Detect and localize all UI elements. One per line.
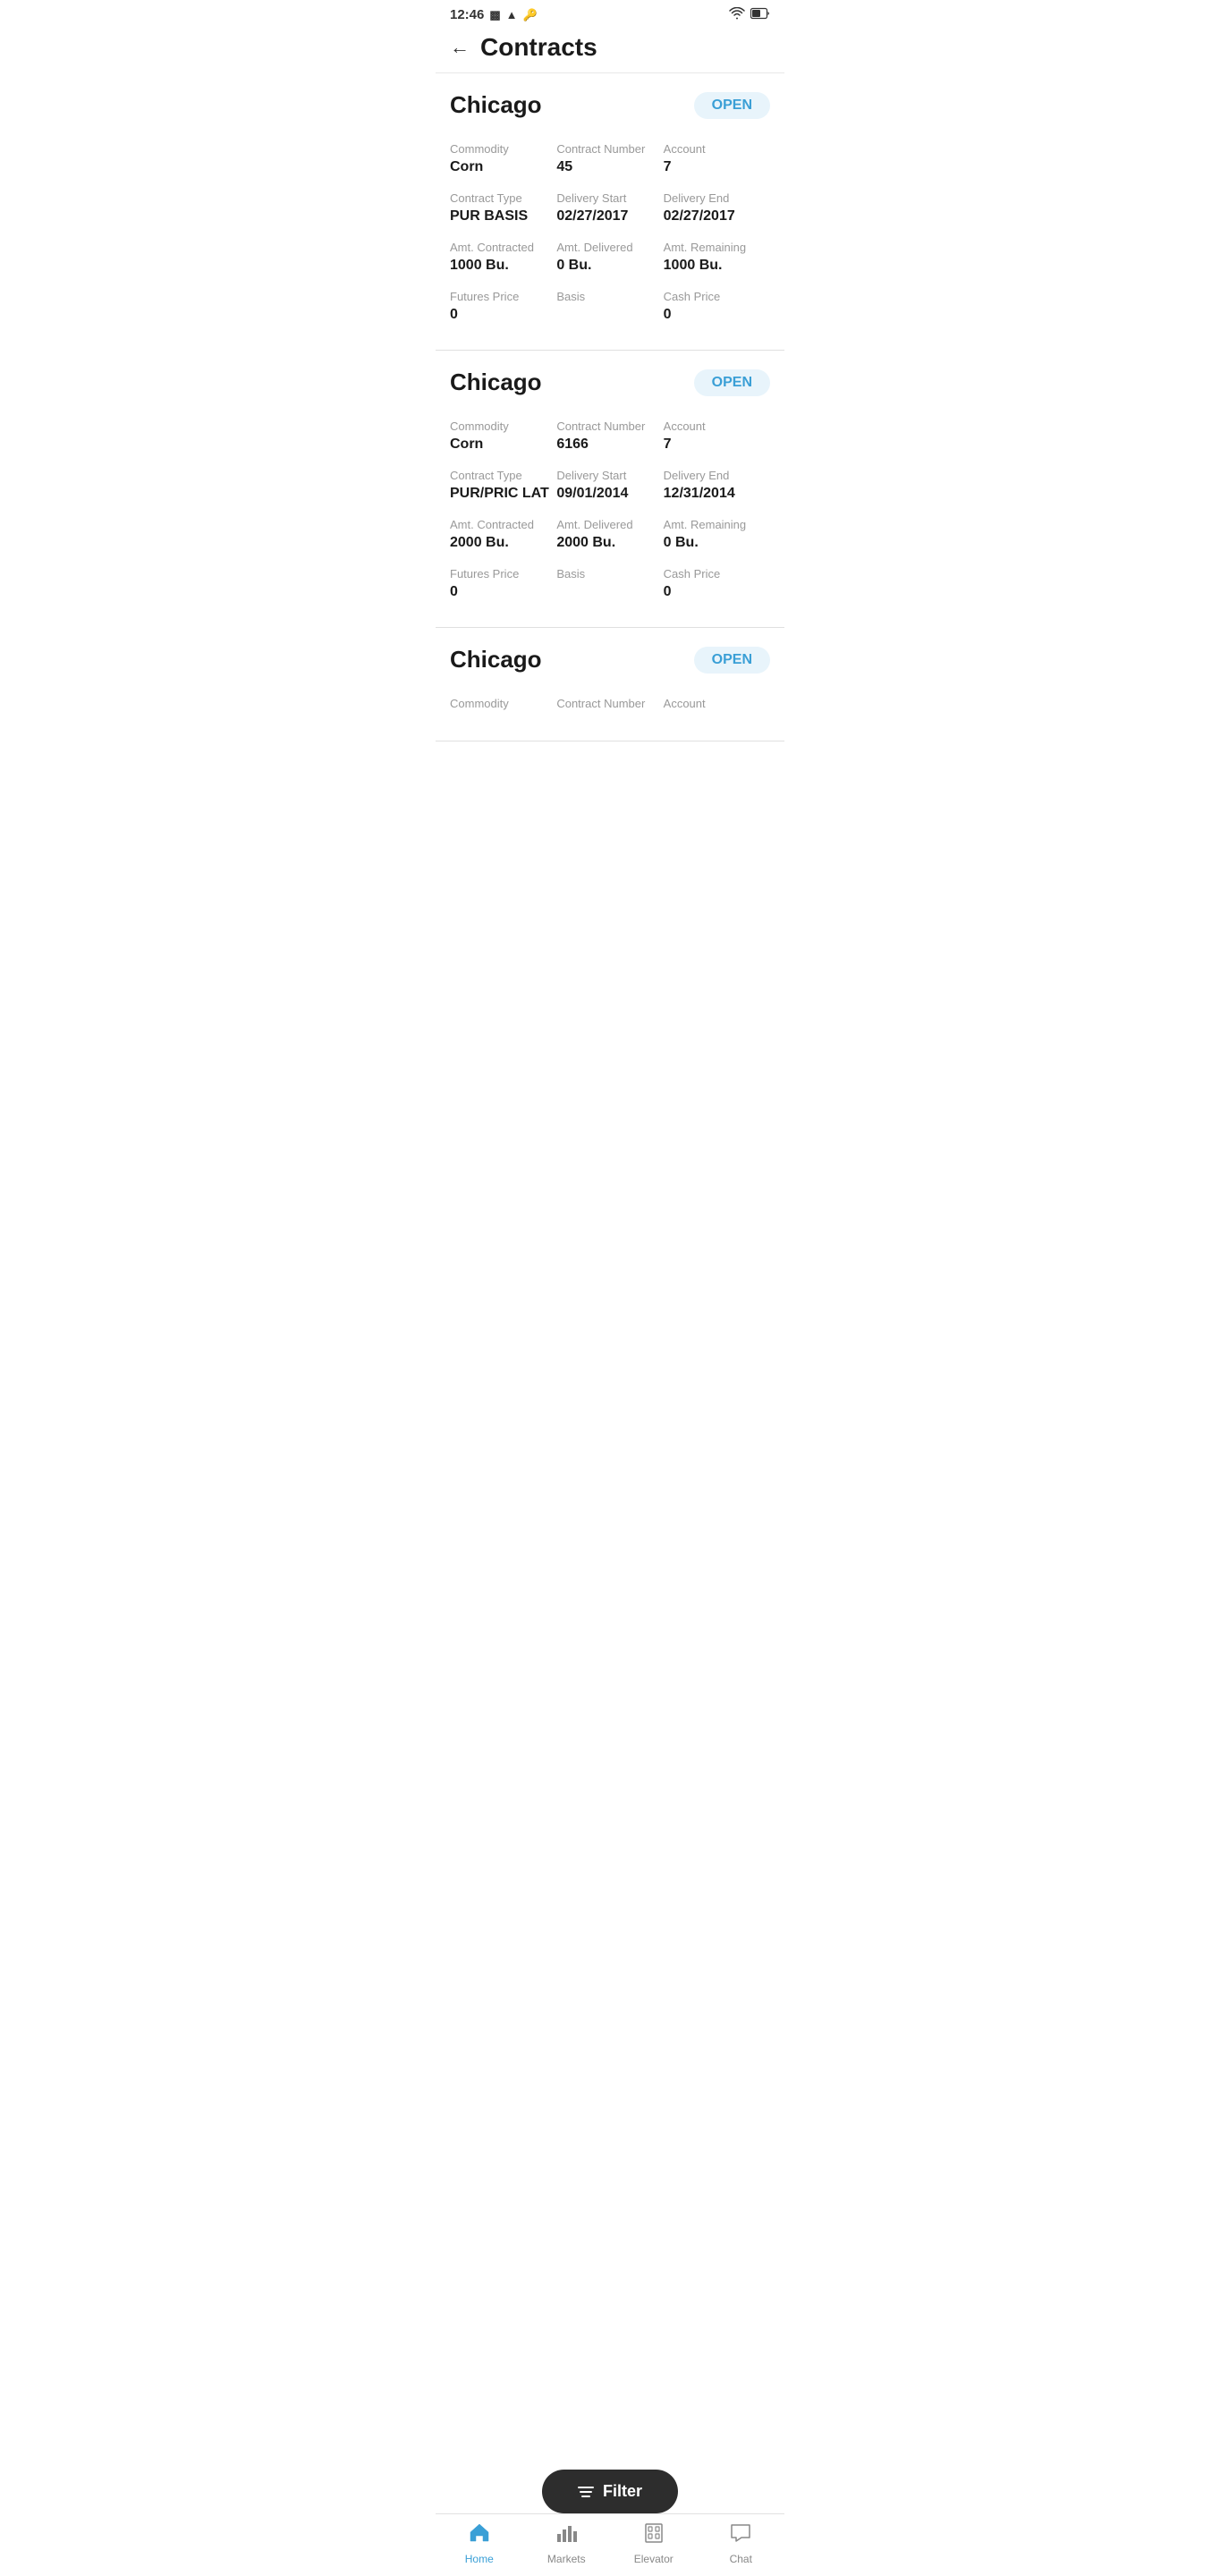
field-contract-type-1: Contract Type PUR BASIS	[450, 184, 556, 233]
field-contract-number-1: Contract Number 45	[556, 135, 663, 184]
field-futures-price-1: Futures Price 0	[450, 283, 556, 332]
contract-card-1: Chicago OPEN Commodity Corn Contract Num…	[436, 73, 784, 351]
filter-button-container: Filter	[542, 2470, 678, 2513]
nav-label-home: Home	[465, 2553, 494, 2565]
field-amt-remaining-1: Amt. Remaining 1000 Bu.	[664, 233, 770, 283]
battery-icon	[750, 7, 770, 22]
field-contract-number-2: Contract Number 6166	[556, 412, 663, 462]
chat-icon	[729, 2521, 752, 2550]
key-icon: 🔑	[523, 8, 538, 22]
nav-icon: ▲	[506, 8, 518, 21]
field-cash-price-2: Cash Price 0	[664, 560, 770, 609]
field-account-1: Account 7	[664, 135, 770, 184]
field-amt-contracted-1: Amt. Contracted 1000 Bu.	[450, 233, 556, 283]
bottom-nav: Home Markets Elevator	[436, 2513, 784, 2576]
nav-item-home[interactable]: Home	[453, 2521, 506, 2565]
contract-card-2: Chicago OPEN Commodity Corn Contract Num…	[436, 351, 784, 628]
field-basis-2: Basis	[556, 560, 663, 609]
status-time: 12:46	[450, 7, 484, 22]
location-name-2: Chicago	[450, 369, 542, 396]
field-delivery-end-2: Delivery End 12/31/2014	[664, 462, 770, 511]
fields-grid-2: Commodity Corn Contract Number 6166 Acco…	[450, 412, 770, 609]
fields-grid-3: Commodity Contract Number Account	[450, 690, 770, 723]
field-amt-remaining-2: Amt. Remaining 0 Bu.	[664, 511, 770, 560]
nav-item-chat[interactable]: Chat	[714, 2521, 767, 2565]
field-delivery-start-1: Delivery Start 02/27/2017	[556, 184, 663, 233]
field-commodity-1: Commodity Corn	[450, 135, 556, 184]
page-title: Contracts	[480, 33, 597, 62]
location-name-1: Chicago	[450, 91, 542, 119]
contracts-list: Chicago OPEN Commodity Corn Contract Num…	[436, 73, 784, 813]
field-delivery-start-2: Delivery Start 09/01/2014	[556, 462, 663, 511]
back-button[interactable]: ←	[450, 36, 470, 59]
card-header-1: Chicago OPEN	[450, 91, 770, 119]
field-amt-delivered-1: Amt. Delivered 0 Bu.	[556, 233, 663, 283]
filter-button[interactable]: Filter	[542, 2470, 678, 2513]
field-amt-contracted-2: Amt. Contracted 2000 Bu.	[450, 511, 556, 560]
nav-item-markets[interactable]: Markets	[539, 2521, 593, 2565]
field-commodity-3: Commodity	[450, 690, 556, 723]
field-cash-price-1: Cash Price 0	[664, 283, 770, 332]
nav-item-elevator[interactable]: Elevator	[627, 2521, 681, 2565]
filter-label: Filter	[603, 2482, 642, 2501]
field-account-3: Account	[664, 690, 770, 723]
field-commodity-2: Commodity Corn	[450, 412, 556, 462]
filter-icon	[578, 2487, 594, 2497]
location-name-3: Chicago	[450, 646, 542, 674]
field-account-2: Account 7	[664, 412, 770, 462]
fields-grid-1: Commodity Corn Contract Number 45 Accoun…	[450, 135, 770, 332]
contract-card-3: Chicago OPEN Commodity Contract Number A…	[436, 628, 784, 741]
wifi-icon	[729, 7, 745, 22]
header: ← Contracts	[436, 26, 784, 73]
field-basis-1: Basis	[556, 283, 663, 332]
field-futures-price-2: Futures Price 0	[450, 560, 556, 609]
status-bar: 12:46 ▩ ▲ 🔑	[436, 0, 784, 26]
field-delivery-end-1: Delivery End 02/27/2017	[664, 184, 770, 233]
status-badge-3[interactable]: OPEN	[694, 647, 770, 674]
card-header-3: Chicago OPEN	[450, 646, 770, 674]
markets-icon	[555, 2521, 578, 2550]
nav-label-elevator: Elevator	[634, 2553, 674, 2565]
nav-label-chat: Chat	[730, 2553, 752, 2565]
field-amt-delivered-2: Amt. Delivered 2000 Bu.	[556, 511, 663, 560]
sim-icon: ▩	[489, 8, 500, 22]
elevator-icon	[642, 2521, 665, 2550]
field-contract-number-3: Contract Number	[556, 690, 663, 723]
card-header-2: Chicago OPEN	[450, 369, 770, 396]
field-contract-type-2: Contract Type PUR/PRIC LAT	[450, 462, 556, 511]
status-badge-1[interactable]: OPEN	[694, 92, 770, 119]
nav-label-markets: Markets	[547, 2553, 586, 2565]
home-icon	[468, 2521, 491, 2550]
status-badge-2[interactable]: OPEN	[694, 369, 770, 396]
